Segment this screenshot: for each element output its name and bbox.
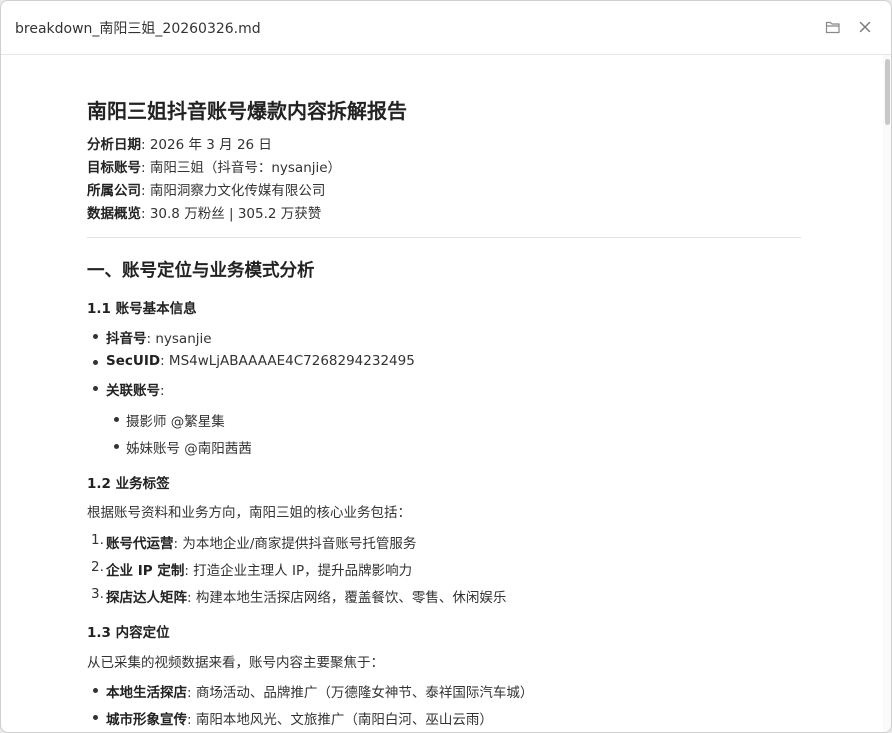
bullet-icon	[93, 688, 98, 693]
list-item: 姊妹账号 @南阳茜茜	[126, 441, 252, 457]
close-icon	[859, 21, 871, 33]
list-item: 探店达人矩阵: 构建本地生活探店网络，覆盖餐饮、零售、休闲娱乐	[106, 590, 507, 606]
window-title: breakdown_南阳三姐_20260326.md	[15, 21, 261, 37]
bullet-icon	[93, 360, 98, 365]
open-folder-button[interactable]	[823, 17, 843, 37]
document-viewer-window: breakdown_南阳三姐_20260326.md 南阳三姐抖音账号爆款内容拆…	[0, 0, 892, 733]
list-item: 企业 IP 定制: 打造企业主理人 IP，提升品牌影响力	[106, 563, 413, 579]
bullet-icon	[93, 334, 98, 339]
section-1-3-heading: 1.3 内容定位	[87, 625, 170, 641]
bullet-icon	[114, 444, 119, 449]
paragraph: 从已采集的视频数据来看，账号内容主要聚焦于：	[87, 655, 384, 671]
list-item: 关联账号:	[106, 383, 165, 399]
folder-icon	[825, 21, 840, 34]
document-content[interactable]: 南阳三姐抖音账号爆款内容拆解报告 分析日期: 2026 年 3 月 26 日 目…	[1, 55, 883, 732]
paragraph: 根据账号资料和业务方向，南阳三姐的核心业务包括：	[87, 505, 411, 521]
bullet-icon	[93, 386, 98, 391]
list-item: 抖音号: nysanjie	[106, 331, 212, 347]
list-number: 1.	[91, 532, 104, 548]
scrollbar-thumb[interactable]	[885, 59, 890, 125]
meta-company: 所属公司: 南阳洞察力文化传媒有限公司	[87, 183, 326, 199]
meta-target-account: 目标账号: 南阳三姐（抖音号：nysanjie）	[87, 160, 342, 176]
meta-data-overview: 数据概览: 30.8 万粉丝 | 305.2 万获赞	[87, 206, 322, 222]
section-1-1-heading: 1.1 账号基本信息	[87, 301, 197, 317]
list-item: 摄影师 @繁星集	[126, 414, 225, 430]
meta-analysis-date: 分析日期: 2026 年 3 月 26 日	[87, 137, 272, 153]
section-1-2-heading: 1.2 业务标签	[87, 476, 170, 492]
list-item: SecUID: MS4wLjABAAAAE4C7268294232495	[106, 353, 415, 369]
list-item: 城市形象宣传: 南阳本地风光、文旅推广（南阳白河、巫山云雨）	[106, 712, 493, 728]
section-1-heading: 一、账号定位与业务模式分析	[87, 261, 315, 281]
close-button[interactable]	[855, 17, 875, 37]
document-title: 南阳三姐抖音账号爆款内容拆解报告	[87, 99, 407, 123]
list-number: 3.	[91, 586, 104, 602]
title-bar: breakdown_南阳三姐_20260326.md	[1, 1, 891, 55]
list-item: 本地生活探店: 商场活动、品牌推广（万德隆女神节、泰祥国际汽车城）	[106, 685, 534, 701]
bullet-icon	[93, 715, 98, 720]
divider	[87, 237, 801, 238]
vertical-scrollbar[interactable]	[883, 55, 891, 732]
list-item: 账号代运营: 为本地企业/商家提供抖音账号托管服务	[106, 536, 417, 552]
list-number: 2.	[91, 559, 104, 575]
bullet-icon	[114, 417, 119, 422]
